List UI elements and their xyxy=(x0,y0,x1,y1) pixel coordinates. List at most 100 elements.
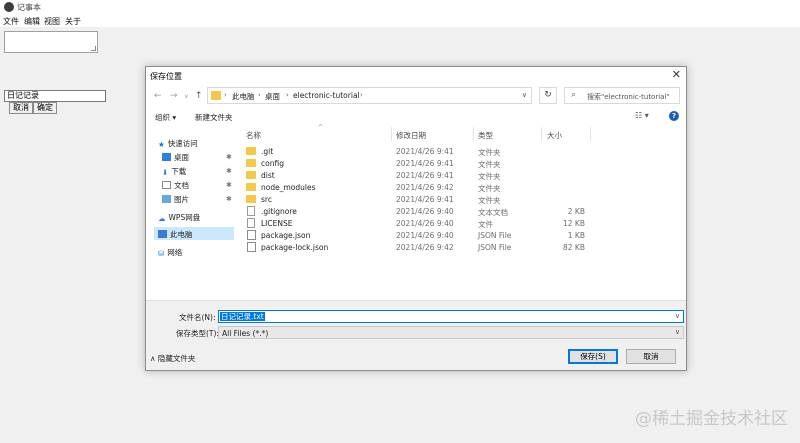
filename-label: 文件名(N): xyxy=(179,313,216,322)
file-date: 2021/4/26 9:40 xyxy=(396,219,454,228)
column-divider[interactable] xyxy=(541,127,542,141)
view-options-icon[interactable]: ☷ ▾ xyxy=(635,111,649,120)
rename-cancel-button[interactable]: 取消 xyxy=(9,102,33,114)
help-icon[interactable]: ? xyxy=(669,111,679,121)
sidebar-item-documents[interactable]: 文档 xyxy=(162,180,189,191)
menubar: 文件 编辑 视图 关于 xyxy=(0,14,800,27)
up-arrow-icon[interactable]: ↑ xyxy=(195,91,203,101)
pin-icon[interactable]: ✱ xyxy=(226,195,232,203)
save-button[interactable]: 保存(S) xyxy=(568,349,618,364)
sidebar-item-desktop[interactable]: 桌面 xyxy=(162,152,189,163)
chevron-up-icon: ∧ xyxy=(150,354,156,363)
sidebar-item-wps-cloud[interactable]: ☁ WPS网盘 xyxy=(158,212,200,223)
crumb-desktop[interactable]: 桌面 xyxy=(265,91,280,102)
filetype-label: 保存类型(T): xyxy=(176,329,219,338)
sidebar-item-network[interactable]: ⛁ 网络 xyxy=(158,247,182,258)
cancel-button[interactable]: 取消 xyxy=(626,349,676,364)
file-name: .git xyxy=(261,147,274,156)
file-size: 1 KB xyxy=(567,231,585,240)
folder-icon xyxy=(246,147,256,155)
sidebar-item-pictures[interactable]: 图片 xyxy=(162,194,189,205)
menu-file[interactable]: 文件 xyxy=(3,16,19,27)
file-row[interactable]: node_modules 2021/4/26 9:42 文件夹 xyxy=(241,181,686,193)
file-size: 2 KB xyxy=(567,207,585,216)
file-row[interactable]: package.json 2021/4/26 9:40 JSON File 1 … xyxy=(241,229,686,241)
sidebar-item-quick-access[interactable]: ★ 快速访问 xyxy=(158,138,198,149)
file-row[interactable]: .git 2021/4/26 9:41 文件夹 xyxy=(241,145,686,157)
cloud-icon: ☁ xyxy=(158,214,166,223)
rename-confirm-button[interactable]: 确定 xyxy=(33,102,57,114)
refresh-button[interactable]: ↻ xyxy=(539,87,557,104)
column-divider[interactable] xyxy=(590,127,591,141)
filetype-select[interactable]: All Files (*.*) ∨ xyxy=(218,326,684,339)
file-name: package.json xyxy=(261,231,311,240)
back-arrow-icon[interactable]: ← xyxy=(154,91,162,101)
forward-arrow-icon[interactable]: → xyxy=(170,91,178,101)
chevron-down-icon[interactable]: ∨ xyxy=(675,312,680,320)
menu-view[interactable]: 视图 xyxy=(44,16,60,27)
file-type: JSON File xyxy=(478,231,512,240)
address-bar[interactable]: › 此电脑 › 桌面 › electronic-tutorial › ∨ xyxy=(207,87,532,104)
menu-about[interactable]: 关于 xyxy=(65,16,81,27)
sidebar-item-downloads[interactable]: ⬇ 下载 xyxy=(162,166,186,177)
document-icon xyxy=(162,181,171,189)
network-icon: ⛁ xyxy=(158,249,165,258)
column-divider[interactable] xyxy=(391,127,392,141)
star-icon: ★ xyxy=(158,140,165,149)
search-box[interactable]: ⌕ 搜索"electronic-tutorial" xyxy=(564,87,680,104)
filename-field[interactable]: 日记记录.txt ∨ xyxy=(218,310,684,323)
close-icon[interactable]: ✕ xyxy=(672,68,681,81)
new-folder-button[interactable]: 新建文件夹 xyxy=(195,112,233,123)
desktop-icon xyxy=(162,153,171,161)
file-row[interactable]: src 2021/4/26 9:41 文件夹 xyxy=(241,193,686,205)
file-row[interactable]: package-lock.json 2021/4/26 9:42 JSON Fi… xyxy=(241,241,686,253)
json-file-icon xyxy=(247,230,256,240)
rename-input[interactable]: 日记记录 xyxy=(4,90,106,102)
file-type: JSON File xyxy=(478,243,512,252)
save-dialog: 保存位置 ✕ ← → ∨ ↑ › 此电脑 › 桌面 › electronic-t… xyxy=(145,66,687,371)
sidebar-label: 此电脑 xyxy=(170,230,193,239)
resize-grip-icon[interactable] xyxy=(91,46,96,51)
column-divider[interactable] xyxy=(473,127,474,141)
column-header-name[interactable]: 名称 xyxy=(246,130,261,141)
crumb-folder[interactable]: electronic-tutorial xyxy=(293,91,360,100)
sidebar-label: 文档 xyxy=(174,181,189,190)
refresh-icon: ↻ xyxy=(544,90,552,100)
pin-icon[interactable]: ✱ xyxy=(226,153,232,161)
file-name: dist xyxy=(261,171,275,180)
folder-icon xyxy=(246,195,256,203)
sidebar-item-this-pc[interactable]: 此电脑 xyxy=(154,227,234,240)
crumb-this-pc[interactable]: 此电脑 xyxy=(232,91,255,102)
file-row[interactable]: LICENSE 2021/4/26 9:40 文件 12 KB xyxy=(241,217,686,229)
json-file-icon xyxy=(247,242,256,252)
column-header-date[interactable]: 修改日期 xyxy=(396,130,426,141)
pin-icon[interactable]: ✱ xyxy=(226,181,232,189)
file-row[interactable]: dist 2021/4/26 9:41 文件夹 xyxy=(241,169,686,181)
sidebar-label: 快速访问 xyxy=(167,139,198,148)
sidebar-label: 下载 xyxy=(171,167,187,176)
column-header-size[interactable]: 大小 xyxy=(547,130,562,141)
chevron-down-icon[interactable]: ∨ xyxy=(522,91,527,99)
file-icon xyxy=(247,218,255,228)
file-name: LICENSE xyxy=(261,219,293,228)
file-row[interactable]: .gitignore 2021/4/26 9:40 文本文档 2 KB xyxy=(241,205,686,217)
file-date: 2021/4/26 9:41 xyxy=(396,171,454,180)
hide-folders-toggle[interactable]: ∧ 隐藏文件夹 xyxy=(150,353,195,364)
chevron-right-icon: › xyxy=(360,91,363,99)
chevron-down-icon[interactable]: ∨ xyxy=(675,328,680,336)
download-icon: ⬇ xyxy=(162,168,169,177)
recent-dropdown-icon[interactable]: ∨ xyxy=(184,93,188,100)
file-name: package-lock.json xyxy=(261,243,329,252)
column-header-type[interactable]: 类型 xyxy=(478,130,493,141)
sort-caret-icon: ^ xyxy=(318,124,324,131)
organize-button[interactable]: 组织 ▾ xyxy=(155,112,176,123)
file-size: 82 KB xyxy=(563,243,585,252)
editor-textarea[interactable] xyxy=(4,31,98,53)
app-icon xyxy=(4,2,14,12)
file-list: ^ 名称 修改日期 类型 大小 .git 2021/4/26 9:41 文件夹 … xyxy=(241,124,686,299)
file-date: 2021/4/26 9:41 xyxy=(396,159,454,168)
app-titlebar: 记事本 xyxy=(0,0,800,14)
file-row[interactable]: config 2021/4/26 9:41 文件夹 xyxy=(241,157,686,169)
menu-edit[interactable]: 编辑 xyxy=(24,16,40,27)
pin-icon[interactable]: ✱ xyxy=(226,167,232,175)
